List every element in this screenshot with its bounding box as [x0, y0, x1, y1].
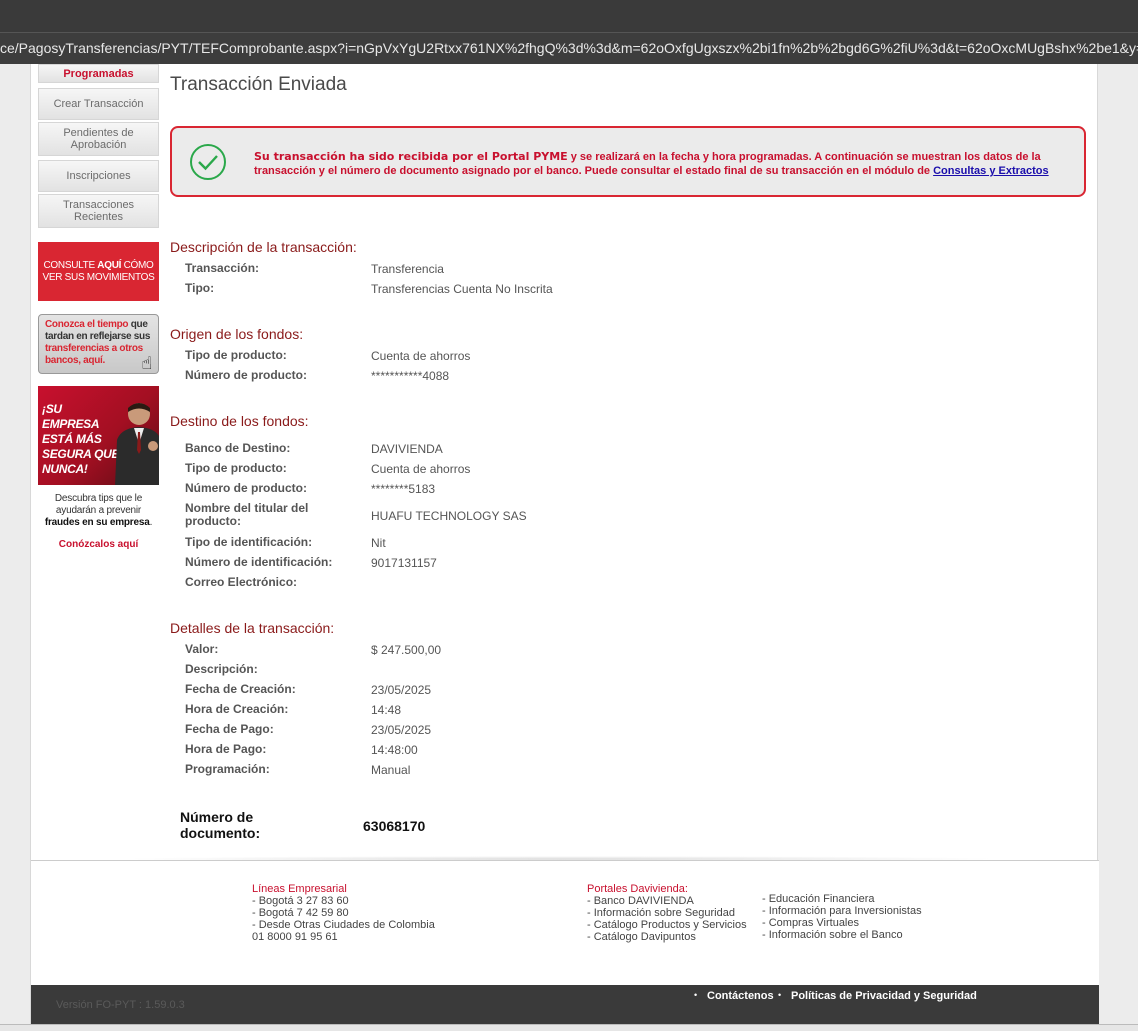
field-value: Nit: [371, 536, 386, 550]
document-number-value: 63068170: [363, 818, 426, 834]
version-text: Versión FO-PYT : 1.59.0.3: [56, 999, 185, 1011]
field-label: Valor:: [185, 642, 219, 656]
url-text[interactable]: ce/PagosyTransferencias/PYT/TEFComproban…: [0, 40, 1138, 56]
sidebar-item-inscripciones[interactable]: Inscripciones: [38, 160, 159, 192]
hand-pointer-icon: ☝: [141, 353, 152, 373]
field-label: Fecha de Pago:: [185, 722, 274, 736]
sidebar-item-crear-transaccion[interactable]: Crear Transacción: [38, 88, 159, 120]
field-label: Número de identificación:: [185, 555, 333, 569]
bullet: •: [694, 990, 698, 1000]
sidebar-item-transacciones-recientes[interactable]: Transacciones Recientes: [38, 194, 159, 228]
banner-text-bold: AQUÍ: [97, 259, 122, 271]
field-value: HUAFU TECHNOLOGY SAS: [371, 509, 527, 523]
field-value: ***********4088: [371, 369, 450, 383]
alert-message: Su transacción ha sido recibida por el P…: [254, 150, 1064, 178]
field-label: Programación:: [185, 762, 270, 776]
field-label: Tipo de producto:: [185, 348, 287, 362]
footer-item: 01 8000 91 95 61: [252, 931, 338, 943]
sidebar-item-label: Transacciones Recientes: [62, 199, 135, 223]
field-label: Tipo:: [185, 281, 215, 295]
contactenos-link[interactable]: Contáctenos: [707, 990, 774, 1002]
taskbar: [0, 1024, 1138, 1031]
field-value: 14:48: [371, 703, 402, 717]
footer-link[interactable]: - Información sobre el Banco: [762, 929, 922, 941]
banner-text-red-2: transferencias a otros bancos, aquí.: [45, 343, 143, 366]
sidebar-item-label: Inscripciones: [66, 170, 131, 182]
section-title-origen: Origen de los fondos:: [170, 326, 304, 342]
transfer-time-banner[interactable]: Conozca el tiempo que tardan en reflejar…: [38, 314, 159, 374]
field-value: 9017131157: [371, 556, 437, 570]
banner-text-pre: CONSULTE: [43, 259, 98, 271]
footer-link[interactable]: - Educación Financiera: [762, 893, 922, 905]
promo-copy-bold: fraudes en su empresa: [44, 517, 150, 528]
check-circle-icon: [190, 144, 226, 180]
section-title-descripcion: Descripción de la transacción:: [170, 239, 357, 255]
field-value: Cuenta de ahorros: [371, 462, 471, 476]
footer-portales-2: - Educación Financiera - Información par…: [762, 893, 922, 941]
footer-lineas-empresarial: Líneas Empresarial - Bogotá 3 27 83 60 -…: [252, 883, 435, 943]
success-alert: Su transacción ha sido recibida por el P…: [170, 126, 1086, 197]
field-label: Tipo de identificación:: [185, 535, 313, 549]
page: Programadas Crear Transacción Pendientes…: [30, 64, 1099, 1024]
footer-heading: Portales Davivienda:: [587, 883, 688, 895]
banner-text-red: Conozca el tiempo: [45, 319, 129, 330]
field-label: Nombre del titular del producto:: [185, 501, 309, 528]
field-label: Correo Electrónico:: [185, 575, 298, 589]
footer-link[interactable]: - Catálogo Davipuntos: [587, 931, 747, 943]
promo-copy: Descubra tips que le ayudarán a prevenir…: [38, 493, 159, 529]
field-value: 14:48:00: [371, 743, 418, 757]
footer-link[interactable]: - Información sobre Seguridad: [587, 907, 747, 919]
sidebar-item-programadas[interactable]: Programadas: [38, 64, 159, 83]
businessman-illustration: [115, 403, 159, 485]
promo-link[interactable]: Conózcalos aquí: [38, 539, 159, 550]
footer-item: - Desde Otras Ciudades de Colombia: [252, 919, 435, 931]
field-label: Hora de Pago:: [185, 742, 267, 756]
footer-portales: Portales Davivienda: - Banco DAVIVIENDA …: [587, 883, 747, 943]
alert-bold: Su transacción ha sido recibida por el P…: [254, 150, 568, 163]
field-value: Cuenta de ahorros: [371, 349, 471, 363]
field-label: Fecha de Creación:: [185, 682, 296, 696]
browser-address-bar[interactable]: ce/PagosyTransferencias/PYT/TEFComproban…: [0, 32, 1138, 64]
field-label: Número de producto:: [185, 481, 307, 495]
field-value: ********5183: [371, 482, 436, 496]
section-title-destino: Destino de los fondos:: [170, 413, 309, 429]
page-title: Transacción Enviada: [170, 74, 347, 95]
field-value: Manual: [371, 763, 411, 777]
footer-link[interactable]: - Banco DAVIVIENDA: [587, 895, 747, 907]
bullet: •: [778, 990, 782, 1000]
sidebar-item-pendientes-aprobacion[interactable]: Pendientes de Aprobación: [38, 122, 159, 156]
footer-link[interactable]: - Información para Inversionistas: [762, 905, 922, 917]
field-label: Transacción:: [185, 261, 260, 275]
field-label: Tipo de producto:: [185, 461, 287, 475]
security-promo-banner[interactable]: ¡SU EMPRESA ESTÁ MÁS SEGURA QUE NUNCA!: [38, 386, 159, 485]
field-value: DAVIVIENDA: [371, 442, 443, 456]
document-number-label: Número de documento:: [180, 809, 261, 841]
sidebar-item-label: Programadas: [63, 67, 134, 80]
field-value: $ 247.500,00: [371, 643, 442, 657]
footer-bar: Versión FO-PYT : 1.59.0.3 • Contáctenos …: [31, 985, 1099, 1024]
section-title-detalles: Detalles de la transacción:: [170, 620, 335, 636]
footer-item: - Bogotá 7 42 59 80: [252, 907, 349, 919]
field-value: Transferencia: [371, 262, 444, 276]
field-value: 23/05/2025: [371, 683, 432, 697]
sidebar-item-label: Crear Transacción: [53, 98, 144, 110]
footer-link[interactable]: - Compras Virtuales: [762, 917, 922, 929]
field-label: Número de producto:: [185, 368, 307, 382]
sidebar-item-label: Pendientes de Aprobación: [63, 127, 134, 151]
footer: Líneas Empresarial - Bogotá 3 27 83 60 -…: [31, 860, 1099, 985]
footer-item: - Bogotá 3 27 83 60: [252, 895, 349, 907]
consultas-extractos-link[interactable]: Consultas y Extractos: [933, 165, 1049, 177]
privacy-policy-link[interactable]: Políticas de Privacidad y Seguridad: [791, 990, 977, 1002]
field-label: Banco de Destino:: [185, 441, 291, 455]
footer-link[interactable]: - Catálogo Productos y Servicios: [587, 919, 747, 931]
footer-heading: Líneas Empresarial: [252, 883, 347, 895]
promo-copy-end: .: [149, 517, 153, 528]
movimientos-banner[interactable]: CONSULTE AQUÍ CÓMO VER SUS MOVIMIENTOS: [38, 242, 159, 301]
promo-copy-text: Descubra tips que le ayudarán a prevenir: [54, 493, 143, 516]
field-value: 23/05/2025: [371, 723, 432, 737]
field-value: Transferencias Cuenta No Inscrita: [371, 282, 553, 296]
field-label: Descripción:: [185, 662, 258, 676]
browser-titlebar: [0, 0, 1138, 32]
field-label: Hora de Creación:: [185, 702, 289, 716]
